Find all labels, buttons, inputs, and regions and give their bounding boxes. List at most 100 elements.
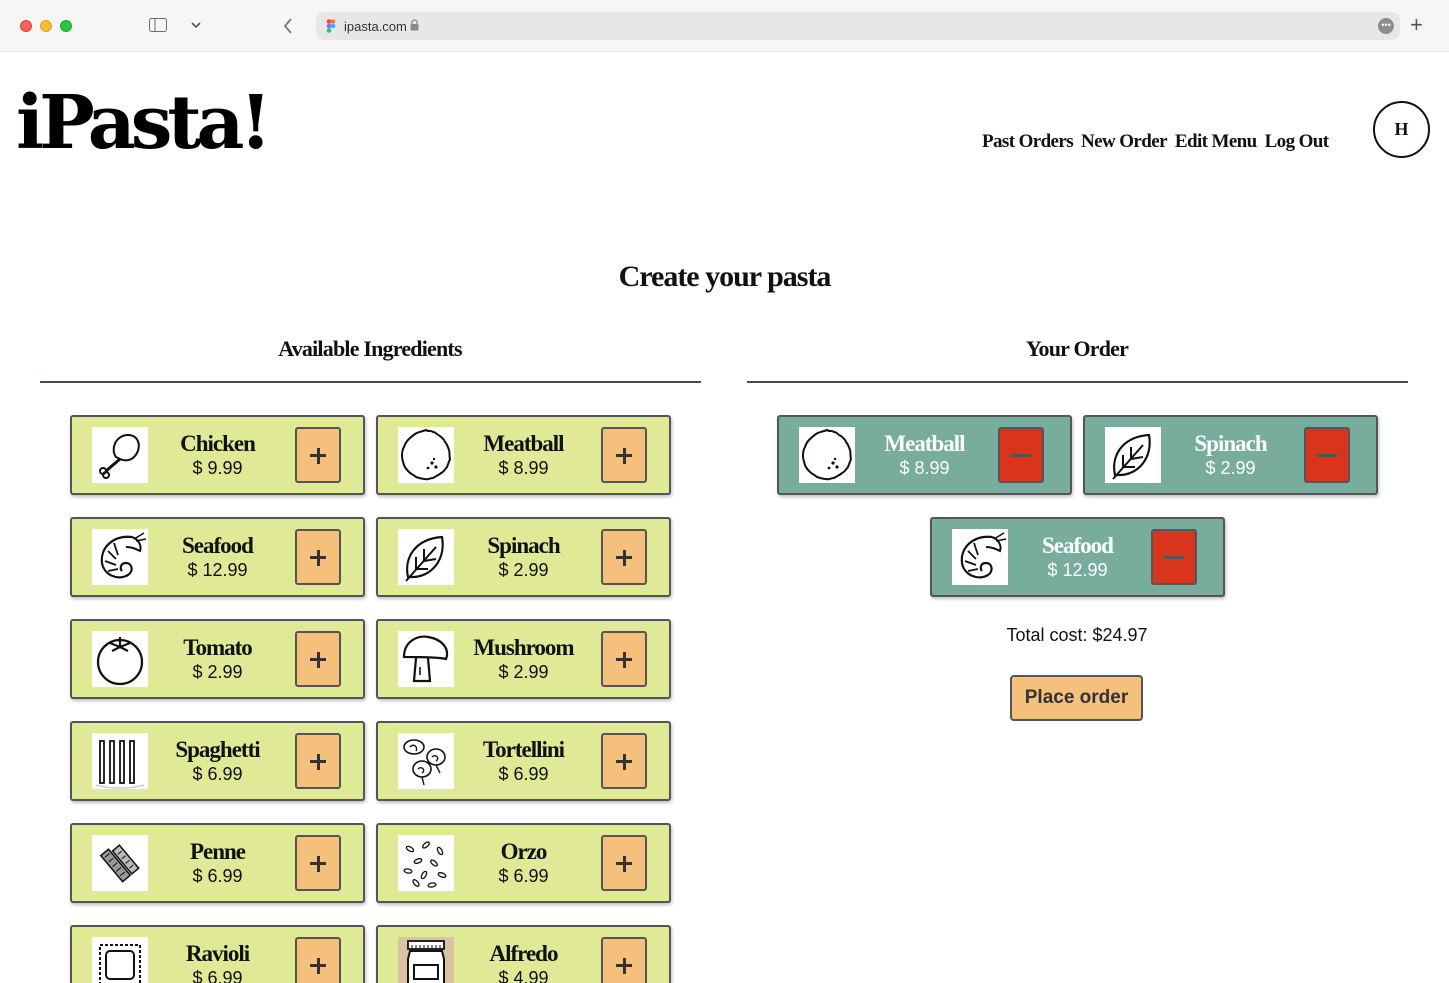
nav-log-out[interactable]: Log Out: [1265, 131, 1330, 153]
ingredient-price: $ 9.99: [192, 458, 243, 478]
chevron-down-icon[interactable]: [190, 19, 202, 35]
ingredient-name: Seafood: [182, 533, 254, 558]
ingredient-card-tortellini: Tortellini $ 6.99: [376, 721, 671, 801]
address-bar[interactable]: ipasta.com •••: [316, 12, 1400, 40]
ingredient-price: $ 2.99: [1205, 458, 1256, 478]
ingredient-name: Tortellini: [482, 737, 565, 762]
add-mushroom-button[interactable]: [601, 631, 647, 687]
meatball-icon: [398, 427, 454, 483]
nav-new-order[interactable]: New Order: [1081, 131, 1167, 153]
ingredient-card-mushroom: Mushroom $ 2.99: [376, 619, 671, 699]
minus-icon: [1164, 556, 1184, 559]
chicken-leg-icon: [92, 427, 148, 483]
ingredient-card-orzo: Orzo $ 6.99: [376, 823, 671, 903]
spinach-leaf-icon: [398, 529, 454, 585]
meatball-icon: [799, 427, 855, 483]
add-spaghetti-button[interactable]: [295, 733, 341, 789]
url-text: ipasta.com: [344, 19, 407, 34]
ingredient-price: $ 6.99: [192, 866, 243, 886]
add-orzo-button[interactable]: [601, 835, 647, 891]
minus-icon: [1317, 454, 1337, 457]
tomato-icon: [92, 631, 148, 687]
nav-edit-menu[interactable]: Edit Menu: [1175, 131, 1257, 153]
maximize-window-button[interactable]: [60, 20, 72, 32]
close-window-button[interactable]: [20, 20, 32, 32]
ravioli-icon: [92, 937, 148, 983]
order-divider: [747, 381, 1408, 383]
ingredient-price: $ 8.99: [498, 458, 549, 478]
new-tab-icon[interactable]: +: [1410, 12, 1423, 38]
ingredient-card-ravioli: Ravioli $ 6.99: [70, 925, 365, 983]
ingredient-price: $ 6.99: [192, 764, 243, 784]
remove-meatball-button[interactable]: [998, 427, 1044, 483]
ingredient-name: Seafood: [1042, 533, 1114, 558]
ingredient-card-chicken: Chicken $ 9.99: [70, 415, 365, 495]
add-seafood-button[interactable]: [295, 529, 341, 585]
ingredient-price: $ 2.99: [192, 662, 243, 682]
orzo-icon: [398, 835, 454, 891]
ingredient-name: Meatball: [483, 431, 564, 456]
ingredient-name: Chicken: [180, 431, 256, 456]
ingredient-name: Mushroom: [473, 635, 574, 660]
ingredient-card-tomato: Tomato $ 2.99: [70, 619, 365, 699]
penne-icon: [92, 835, 148, 891]
ingredient-price: $ 4.99: [498, 968, 549, 983]
place-order-button[interactable]: Place order: [1010, 675, 1143, 721]
ingredient-name: Spinach: [1194, 431, 1267, 456]
mushroom-icon: [398, 631, 454, 687]
add-tortellini-button[interactable]: [601, 733, 647, 789]
ingredient-price: $ 6.99: [498, 866, 549, 886]
your-order-heading: Your Order: [1025, 336, 1129, 361]
ingredient-name: Spinach: [487, 533, 560, 558]
ingredient-price: $ 2.99: [498, 560, 549, 580]
ingredient-name: Tomato: [183, 635, 253, 660]
more-options-icon[interactable]: •••: [1378, 18, 1394, 34]
ingredient-name: Ravioli: [185, 941, 250, 966]
ingredient-price: $ 12.99: [187, 560, 248, 580]
ingredient-card-alfredo: Alfredo $ 4.99: [376, 925, 671, 983]
ingredient-name: Meatball: [884, 431, 965, 456]
browser-toolbar: ipasta.com ••• +: [0, 0, 1449, 52]
nav-past-orders[interactable]: Past Orders: [982, 131, 1074, 153]
add-alfredo-button[interactable]: [601, 937, 647, 983]
order-card-seafood: Seafood $ 12.99: [930, 517, 1225, 597]
available-divider: [40, 381, 701, 383]
ingredient-card-spaghetti: Spaghetti $ 6.99: [70, 721, 365, 801]
add-meatball-button[interactable]: [601, 427, 647, 483]
add-spinach-button[interactable]: [601, 529, 647, 585]
add-chicken-button[interactable]: [295, 427, 341, 483]
sauce-jar-icon: [398, 937, 454, 983]
order-card-spinach: Spinach $ 2.99: [1083, 415, 1378, 495]
available-ingredients-heading: Available Ingredients: [278, 336, 462, 361]
add-penne-button[interactable]: [295, 835, 341, 891]
minimize-window-button[interactable]: [40, 20, 52, 32]
add-tomato-button[interactable]: [295, 631, 341, 687]
order-card-meatball: Meatball $ 8.99: [777, 415, 1072, 495]
remove-spinach-button[interactable]: [1304, 427, 1350, 483]
ingredient-card-penne: Penne $ 6.99: [70, 823, 365, 903]
back-arrow-icon[interactable]: [282, 17, 294, 39]
ingredient-card-spinach: Spinach $ 2.99: [376, 517, 671, 597]
tortellini-icon: [398, 733, 454, 789]
ingredient-name: Orzo: [500, 839, 548, 864]
remove-seafood-button[interactable]: [1151, 529, 1197, 585]
app-logo[interactable]: iPasta!: [16, 78, 272, 168]
shrimp-icon: [952, 529, 1008, 585]
main-nav: Past Orders New Order Edit Menu Log Out: [982, 131, 1329, 153]
ingredient-card-seafood: Seafood $ 12.99: [70, 517, 365, 597]
ingredient-name: Alfredo: [489, 941, 559, 966]
sidebar-toggle-icon[interactable]: [149, 18, 167, 36]
ingredient-price: $ 2.99: [498, 662, 549, 682]
ingredient-price: $ 6.99: [192, 968, 243, 983]
figma-favicon-icon: [326, 19, 336, 33]
lock-icon: [410, 19, 419, 31]
add-ravioli-button[interactable]: [295, 937, 341, 983]
user-avatar[interactable]: H: [1373, 101, 1430, 158]
ingredient-price: $ 6.99: [498, 764, 549, 784]
ingredient-card-meatball: Meatball $ 8.99: [376, 415, 671, 495]
ingredient-price: $ 12.99: [1047, 560, 1108, 580]
page-title: Create your pasta: [618, 260, 832, 293]
ingredient-name: Penne: [189, 839, 246, 864]
spinach-leaf-icon: [1105, 427, 1161, 483]
ingredient-name: Spaghetti: [175, 737, 260, 762]
